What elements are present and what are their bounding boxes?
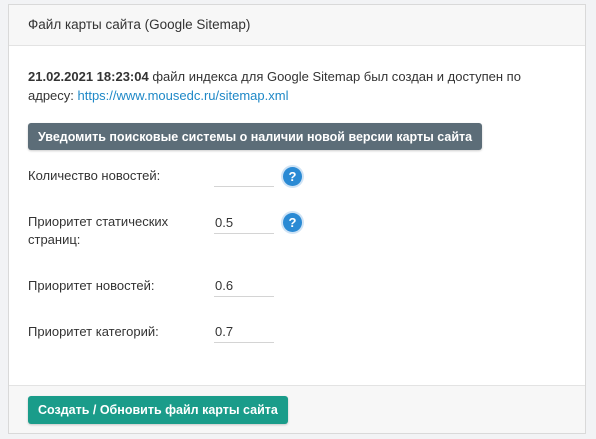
panel-title: Файл карты сайта (Google Sitemap) xyxy=(28,17,251,32)
help-icon[interactable]: ? xyxy=(283,167,302,186)
sitemap-link[interactable]: https://www.mousedc.ru/sitemap.xml xyxy=(78,88,289,103)
static-priority-input[interactable] xyxy=(214,212,274,234)
panel-header: Файл карты сайта (Google Sitemap) xyxy=(9,5,585,46)
news-count-label: Количество новостей: xyxy=(28,168,161,183)
sitemap-datetime: 21.02.2021 18:23:04 xyxy=(28,69,149,84)
notify-search-engines-button[interactable]: Уведомить поисковые системы о наличии но… xyxy=(28,123,483,150)
news-count-input[interactable] xyxy=(214,165,274,187)
help-icon[interactable]: ? xyxy=(283,213,302,232)
static-priority-label: Приоритет статических страниц: xyxy=(28,214,169,247)
category-priority-label: Приоритет категорий: xyxy=(28,324,159,339)
news-priority-input[interactable] xyxy=(214,275,274,297)
create-update-sitemap-button[interactable]: Создать / Обновить файл карты сайта xyxy=(28,396,288,424)
sitemap-panel: Файл карты сайта (Google Sitemap) 21.02.… xyxy=(8,4,586,434)
category-priority-input[interactable] xyxy=(214,321,274,343)
news-priority-label: Приоритет новостей: xyxy=(28,278,155,293)
panel-footer: Создать / Обновить файл карты сайта xyxy=(9,385,585,433)
sitemap-info: 21.02.2021 18:23:04 файл индекса для Goo… xyxy=(28,67,568,105)
